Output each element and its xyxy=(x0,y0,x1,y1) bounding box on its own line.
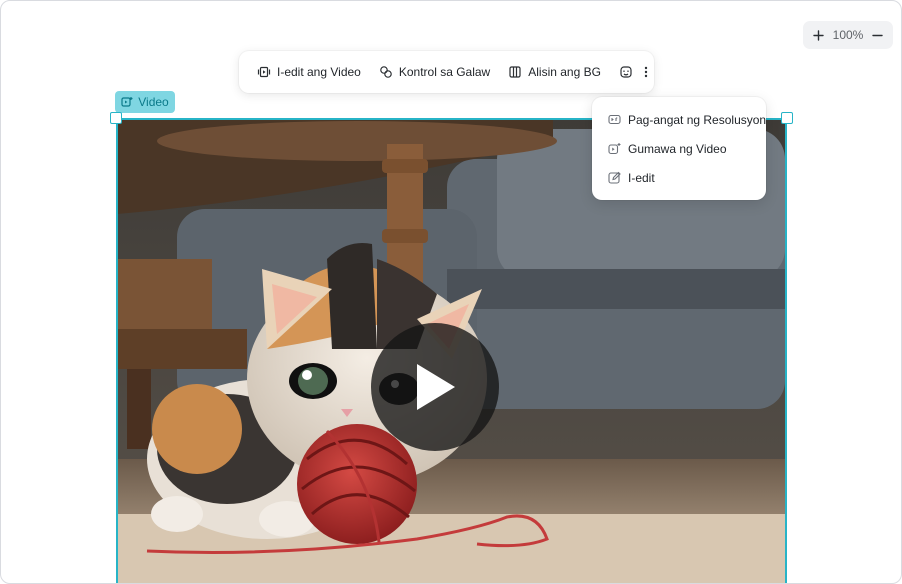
menu-item-upscale[interactable]: Pag-angat ng Resolusyon xyxy=(600,105,766,134)
minus-icon xyxy=(872,34,884,36)
video-add-icon xyxy=(121,96,133,108)
edit-icon xyxy=(608,171,621,184)
ai-tools-button[interactable] xyxy=(619,61,633,83)
play-icon xyxy=(417,364,455,410)
remove-bg-button[interactable]: Alisin ang BG xyxy=(504,57,605,87)
floating-toolbar: I-edit ang Video Kontrol sa Galaw Alisin… xyxy=(239,51,654,93)
ai-face-icon xyxy=(620,66,632,78)
edit-video-button[interactable]: I-edit ang Video xyxy=(253,57,365,87)
motion-control-label: Kontrol sa Galaw xyxy=(398,65,491,79)
more-vertical-icon xyxy=(644,66,648,78)
zoom-in-button[interactable] xyxy=(811,28,825,42)
video-label-chip: Video xyxy=(115,91,175,113)
remove-bg-label: Alisin ang BG xyxy=(528,65,601,79)
more-options-button[interactable] xyxy=(639,61,653,83)
motion-control-button[interactable]: Kontrol sa Galaw xyxy=(375,57,494,87)
motion-icon xyxy=(379,65,393,79)
upscale-icon xyxy=(608,113,621,126)
resize-handle-top-left[interactable] xyxy=(110,112,122,124)
menu-item-edit-label: I-edit xyxy=(628,170,655,185)
generate-video-icon xyxy=(608,142,621,155)
edit-video-icon xyxy=(257,65,271,79)
edit-video-label: I-edit ang Video xyxy=(277,65,361,79)
zoom-control: 100% xyxy=(803,21,893,49)
video-label-text: Video xyxy=(138,95,169,109)
play-button[interactable] xyxy=(371,323,499,451)
zoom-out-button[interactable] xyxy=(871,28,885,42)
remove-bg-icon xyxy=(508,65,522,79)
zoom-level: 100% xyxy=(832,28,864,42)
more-options-menu: Pag-angat ng Resolusyon Gumawa ng Video … xyxy=(592,97,766,200)
canvas-frame: 100% I-edit ang Video Kontrol sa Galaw A… xyxy=(0,0,902,584)
menu-item-generate-video-label: Gumawa ng Video xyxy=(628,141,727,156)
resize-handle-top-right[interactable] xyxy=(781,112,793,124)
menu-item-generate-video[interactable]: Gumawa ng Video xyxy=(600,134,758,163)
plus-icon xyxy=(812,29,824,41)
menu-item-edit[interactable]: I-edit xyxy=(600,163,758,192)
menu-item-upscale-label: Pag-angat ng Resolusyon xyxy=(628,112,767,127)
